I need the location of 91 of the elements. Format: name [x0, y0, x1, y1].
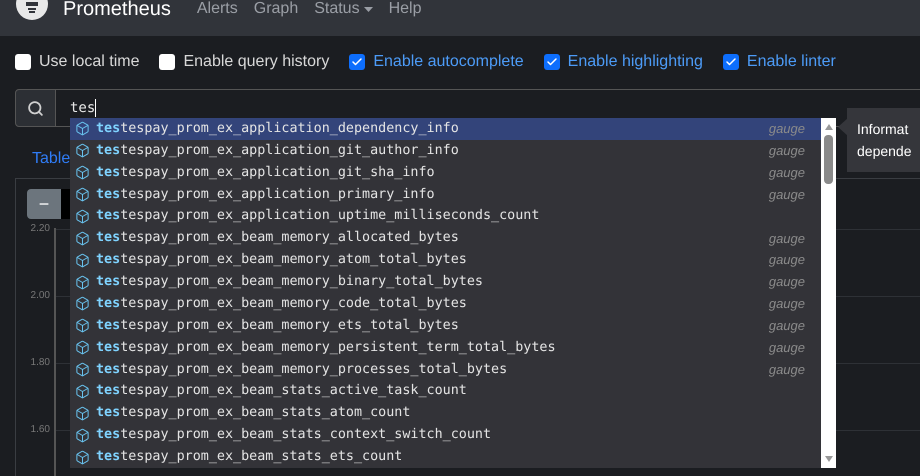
- metric-name: testespay_prom_ex_beam_stats_active_task_count: [96, 382, 467, 400]
- metric-icon: [75, 362, 90, 378]
- metric-type: gauge: [768, 164, 805, 182]
- metric-icon: [75, 121, 90, 136]
- scroll-down-icon[interactable]: [824, 456, 832, 462]
- option-label: Use local time: [39, 52, 140, 72]
- suggestion-item[interactable]: testespay_prom_ex_application_primary_info gauge: [70, 184, 821, 206]
- metric-icon: [75, 274, 90, 290]
- y-axis-label: 2.20: [30, 223, 50, 235]
- metric-icon: [75, 340, 90, 356]
- suggestion-item[interactable]: testespay_prom_ex_application_git_author_info gauge: [70, 140, 821, 162]
- range-field[interactable]: [61, 189, 71, 219]
- metric-icon: [75, 450, 90, 465]
- metric-icon: [75, 187, 90, 202]
- metric-name: testespay_prom_ex_beam_memory_allocated_bytes: [96, 229, 459, 248]
- nav-link[interactable]: Status: [314, 0, 373, 18]
- metric-type: gauge: [768, 142, 805, 160]
- metric-name: testespay_prom_ex_application_primary_info: [96, 186, 435, 204]
- y-axis-label: 1.80: [30, 357, 50, 369]
- metric-icon: [75, 428, 90, 443]
- metric-icon: [75, 406, 90, 421]
- option-label: Enable autocomplete: [373, 52, 524, 72]
- suggestion-item[interactable]: testespay_prom_ex_beam_memory_allocated_bytes gauge: [70, 227, 821, 250]
- metric-type: gauge: [768, 230, 805, 248]
- metric-name: testespay_prom_ex_application_git_sha_info: [96, 164, 435, 182]
- metric-type: gauge: [768, 338, 805, 357]
- checkbox[interactable]: [349, 54, 366, 70]
- suggestion-item[interactable]: testespay_prom_ex_beam_memory_persistent_term_total_bytes gauge: [70, 336, 821, 359]
- option-label: Enable highlighting: [568, 52, 703, 72]
- suggestion-item[interactable]: testespay_prom_ex_beam_memory_processes_total_bytes gauge: [70, 358, 821, 380]
- search-icon: [27, 100, 44, 116]
- metric-icon: [75, 165, 90, 180]
- suggestion-item[interactable]: testespay_prom_ex_application_uptime_milliseconds_count: [70, 206, 821, 228]
- option-label: Enable query history: [183, 52, 330, 72]
- metric-type: gauge: [768, 360, 805, 379]
- suggestion-item[interactable]: testespay_prom_ex_beam_stats_atom_count: [70, 402, 821, 424]
- suggestion-item[interactable]: testespay_prom_ex_beam_stats_active_task_count: [70, 380, 821, 402]
- y-axis-label: 2.00: [30, 290, 50, 302]
- metric-icon: [75, 384, 90, 399]
- range-decrease-button[interactable]: −: [27, 189, 61, 219]
- checkbox[interactable]: [15, 54, 31, 70]
- metric-name: testespay_prom_ex_application_git_author_info: [96, 142, 459, 160]
- suggestion-item[interactable]: testespay_prom_ex_beam_stats_ets_count: [70, 446, 821, 468]
- metric-type: gauge: [768, 251, 805, 270]
- suggestion-item[interactable]: testespay_prom_ex_beam_memory_atom_total_bytes gauge: [70, 249, 821, 272]
- checkbox[interactable]: [544, 54, 560, 70]
- nav-link[interactable]: Help: [388, 0, 422, 18]
- metric-name: testespay_prom_ex_application_uptime_milliseconds_count: [96, 207, 540, 226]
- metric-name: testespay_prom_ex_beam_memory_processes_total_bytes: [96, 360, 508, 378]
- scrollbar[interactable]: [821, 118, 836, 468]
- metric-name: testespay_prom_ex_beam_stats_atom_count: [96, 404, 410, 422]
- tooltip-text: depende: [857, 142, 913, 161]
- metric-icon: [75, 318, 90, 334]
- metric-name: testespay_prom_ex_beam_stats_context_switch_count: [96, 426, 492, 444]
- metric-icon: [75, 208, 90, 224]
- metric-name: testespay_prom_ex_beam_memory_code_total_bytes: [96, 294, 467, 313]
- metric-name: testespay_prom_ex_beam_memory_persistent_term_total_bytes: [96, 338, 556, 357]
- brand-name[interactable]: Prometheus: [63, 0, 171, 18]
- metric-name: testespay_prom_ex_beam_memory_ets_total_bytes: [96, 316, 459, 335]
- suggestion-item[interactable]: testespay_prom_ex_beam_memory_ets_total_bytes gauge: [70, 314, 821, 337]
- caret-icon: [364, 6, 373, 12]
- checkbox[interactable]: [722, 54, 739, 70]
- scroll-up-icon[interactable]: [824, 124, 832, 130]
- metric-name: testespay_prom_ex_beam_memory_binary_total_bytes: [96, 273, 483, 291]
- tab[interactable]: Table: [32, 147, 70, 169]
- metric-type: gauge: [768, 186, 805, 204]
- suggestion-item[interactable]: testespay_prom_ex_application_git_sha_info gauge: [70, 162, 821, 184]
- y-axis-label: 1.60: [30, 424, 50, 436]
- metric-type: gauge: [768, 295, 805, 314]
- metric-type: gauge: [768, 317, 805, 336]
- metric-icon: [75, 230, 90, 246]
- option-label: Enable linter: [746, 52, 836, 72]
- scrollbar-thumb[interactable]: [824, 135, 833, 184]
- checkbox[interactable]: [159, 54, 176, 70]
- nav-link[interactable]: Graph: [254, 0, 298, 18]
- suggestion-item[interactable]: testespay_prom_ex_beam_memory_code_total_bytes gauge: [70, 293, 821, 315]
- query-text: tes: [70, 98, 96, 118]
- metric-type: gauge: [768, 273, 805, 292]
- metric-icon: [75, 143, 90, 158]
- metric-icon: [75, 252, 90, 268]
- suggestion-item[interactable]: testespay_prom_ex_beam_stats_context_switch_count: [70, 424, 821, 446]
- metric-icon: [75, 296, 90, 312]
- search-button[interactable]: [15, 89, 56, 127]
- suggestion-item[interactable]: testespay_prom_ex_application_dependency_info gauge: [70, 118, 821, 140]
- check-icon: [351, 56, 364, 68]
- suggestion-item[interactable]: testespay_prom_ex_beam_memory_binary_total_bytes gauge: [70, 271, 821, 293]
- check-icon: [724, 56, 737, 68]
- nav-link[interactable]: Alerts: [196, 0, 238, 18]
- metric-name: testespay_prom_ex_beam_memory_atom_total_bytes: [96, 251, 467, 270]
- metric-name: testespay_prom_ex_beam_stats_ets_count: [96, 448, 402, 466]
- check-icon: [546, 56, 558, 68]
